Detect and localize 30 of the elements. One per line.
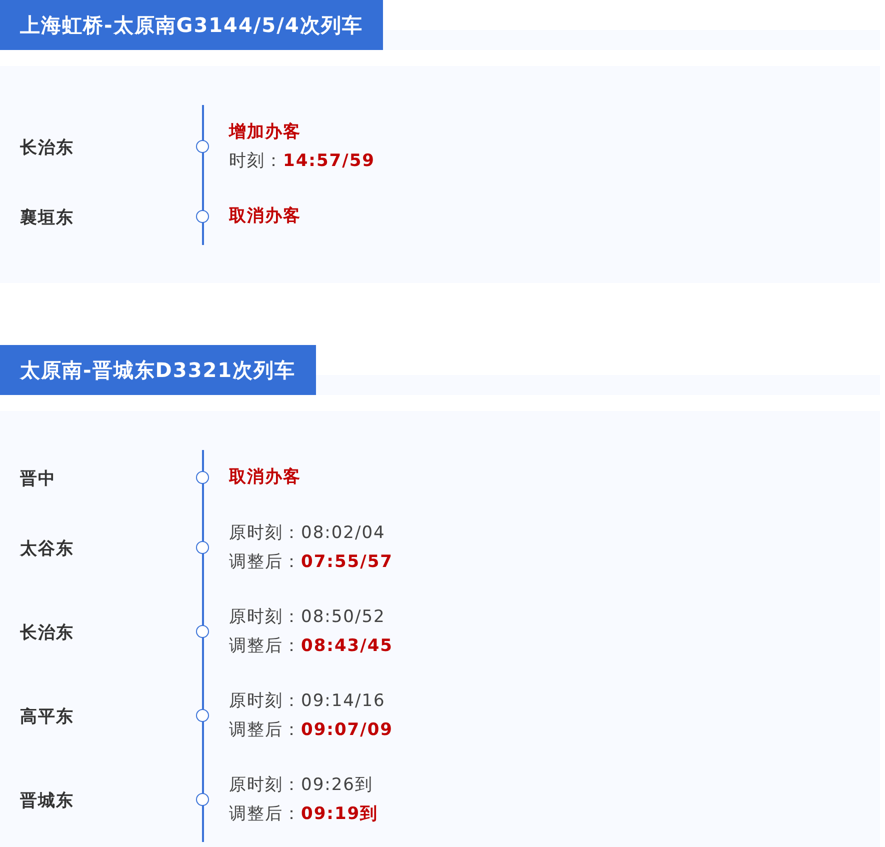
time-value: 07:55/57 [301,552,393,572]
time-label: 原时刻： [229,691,301,711]
station-name: 襄垣东 [19,206,75,230]
time-label: 调整后： [229,804,301,824]
station-name: 长治东 [19,136,75,160]
station-name: 太谷东 [18,538,75,560]
time-label: 调整后： [229,552,301,572]
time-value: 08:02/04 [301,523,386,543]
station-name: 长治东 [19,622,75,644]
status-text: 取消办客 [229,205,301,228]
time-label: 调整后： [229,636,301,656]
station-name: 高平东 [19,706,75,728]
status-text: 取消办客 [229,466,301,489]
time-label: 时刻： [229,151,283,171]
time-label: 调整后： [229,720,301,740]
time-label: 原时刻： [229,523,301,543]
time-value: 09:07/09 [301,720,393,740]
time-value: 09:14/16 [301,691,386,711]
time-value: 08:50/52 [301,607,386,627]
station-name: 晋中 [19,468,57,490]
time-value: 08:43/45 [301,636,393,656]
time-value: 09:19到 [301,804,378,824]
section-title: 上海虹桥-太原南G3144/5/4次列车 [0,0,383,50]
time-value: 14:57/59 [283,151,375,171]
status-text: 增加办客 [229,121,302,144]
time-label: 原时刻： [229,607,301,627]
time-value: 09:26到 [301,775,373,795]
station-name: 晋城东 [19,790,75,812]
time-label: 原时刻： [229,775,301,795]
section-title: 太原南-晋城东D3321次列车 [0,345,316,395]
